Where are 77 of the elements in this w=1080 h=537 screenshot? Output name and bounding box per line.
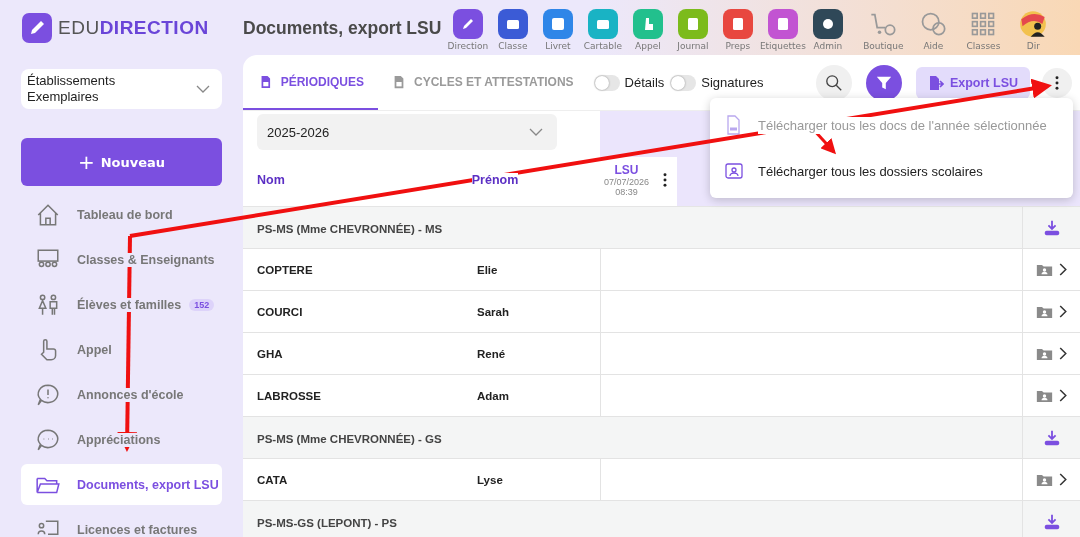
toolbar-button[interactable]: Classes [958,8,1009,51]
sidebar-item[interactable]: Élèves et familles 152 [21,284,222,325]
app-launcher[interactable]: Etiquettes [760,8,806,51]
toolbar-button[interactable]: Aide [908,8,959,51]
table-cell: LABROSSE [257,389,321,402]
app-launcher[interactable]: Admin [805,8,851,51]
app-launcher[interactable]: Cartable [580,8,626,51]
chevron-down-icon [529,128,543,136]
chevron-down-icon [196,85,210,93]
table-cell: Sarah [477,305,509,318]
more-icon[interactable] [663,172,668,187]
user-folder-icon[interactable] [1036,304,1053,319]
chevron-right-icon[interactable] [1059,389,1067,402]
app-launcher[interactable]: Appel [625,8,671,51]
tab[interactable]: CYCLES ET ATTESTATIONS [378,55,588,110]
sidebar-item[interactable]: Appréciations [21,419,222,460]
table-cell: GHA [257,347,283,360]
tab[interactable]: PÉRIODIQUES [243,55,378,110]
user-folder-icon[interactable] [1036,388,1053,403]
logo-icon [22,12,52,43]
sidebar-item[interactable]: Appel [21,329,222,370]
document-icon [259,74,273,89]
more-icon [1055,75,1059,90]
chevron-right-icon[interactable] [1059,473,1067,486]
avatar-icon [1019,9,1048,38]
more-button[interactable] [1042,67,1072,98]
export-button[interactable]: Export LSU [915,66,1030,99]
table-cell: CATA [257,473,288,486]
table-cell: Elie [477,263,498,276]
search-icon [824,73,843,92]
chevron-right-icon[interactable] [1059,305,1067,318]
sidebar-item[interactable]: Tableau de bord [21,194,222,235]
download-icon[interactable] [1042,512,1061,531]
year-select[interactable]: 2025-2026 [257,114,557,150]
download-icon[interactable] [1042,218,1061,237]
table-cell: Adam [477,389,509,402]
menu-item[interactable]: Télécharger tous les dossiers scolaires [710,148,1073,194]
new-button[interactable]: + Nouveau [21,138,222,186]
user-folder-icon[interactable] [1036,346,1053,361]
export-icon [927,74,944,91]
group-title: PS-MS-GS (LEPONT) - PS [257,517,397,529]
search-button[interactable] [815,64,852,101]
app-launcher[interactable]: Journal [670,8,716,51]
user-folder-icon[interactable] [1036,262,1053,277]
document-icon [392,74,406,89]
toggle-switch[interactable]: Signatures [670,74,764,91]
user-folder-icon[interactable] [1036,472,1053,487]
sidebar-item[interactable]: Classes & Enseignants [21,239,222,280]
app-launcher[interactable]: Classe [490,8,536,51]
column-header[interactable]: Prénom [471,173,519,187]
group-title: PS-MS (Mme CHEVRONNÉE) - GS [257,433,442,445]
table-cell: Lyse [477,473,503,486]
column-time: 08:39 [615,186,638,197]
user-folder-icon [724,161,744,181]
toolbar-button[interactable]: Dir [1008,8,1059,51]
app-logo: EDUDIRECTION [58,16,209,39]
chevron-right-icon[interactable] [1059,347,1067,360]
table-cell: René [477,347,506,360]
app-launcher[interactable]: Direction [445,8,491,51]
school-select[interactable]: Établissements Exemplaires [21,69,222,109]
column-date: 07/07/2026 [604,176,650,187]
sidebar-item[interactable]: Annonces d'école [21,374,222,415]
table-cell: COPTERE [257,263,313,276]
page-title: Documents, export LSU [243,16,442,39]
column-header[interactable]: Nom [257,173,285,187]
toggle-switch[interactable]: Détails [593,74,665,91]
filter-button[interactable] [865,64,902,101]
toolbar-button[interactable]: Boutique [858,8,909,51]
chevron-right-icon[interactable] [1059,263,1067,276]
app-launcher[interactable]: Livret [535,8,581,51]
app-launcher[interactable]: Preps [715,8,761,51]
sidebar-item[interactable]: Licences et factures [21,509,222,537]
group-title: PS-MS (Mme CHEVRONNÉE) - MS [257,223,443,235]
table-cell: COURCI [257,305,303,318]
column-header[interactable]: LSU [614,162,639,177]
download-icon[interactable] [1042,428,1061,447]
sidebar-item[interactable]: Documents, export LSU [21,464,222,505]
